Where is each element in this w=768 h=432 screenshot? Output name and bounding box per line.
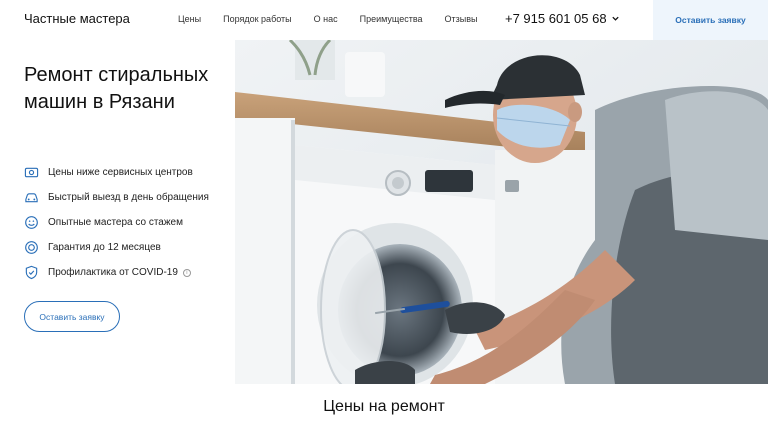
nav-link-process[interactable]: Порядок работы [223, 14, 292, 24]
nav-link-prices[interactable]: Цены [178, 14, 201, 24]
feature-item: Опытные мастера со стажем [24, 210, 209, 235]
nav-link-advantages[interactable]: Преимущества [360, 14, 423, 24]
hero-request-button[interactable]: Оставить заявку [24, 301, 120, 332]
hero-title: Ремонт стиральных машин в Рязани [24, 64, 209, 113]
feature-item: Профилактика от COVID-19 i [24, 260, 209, 285]
info-icon[interactable]: i [182, 268, 191, 277]
feature-list: Цены ниже сервисных центров Быстрый выез… [24, 160, 209, 285]
hero-image-repairman [235, 40, 768, 384]
car-icon [24, 190, 39, 205]
feature-text: Цены ниже сервисных центров [48, 167, 193, 178]
phone-number[interactable]: +7 915 601 05 68 [505, 11, 607, 26]
chevron-down-icon [611, 16, 619, 21]
feature-item: Быстрый выезд в день обращения [24, 185, 209, 210]
smile-icon [24, 215, 39, 230]
feature-item: Гарантия до 12 месяцев [24, 235, 209, 260]
nav-link-about[interactable]: О нас [314, 14, 338, 24]
feature-text: Опытные мастера со стажем [48, 217, 183, 228]
header: Частные мастера Цены Порядок работы О на… [0, 0, 768, 40]
feature-text: Гарантия до 12 месяцев [48, 242, 161, 253]
feature-text: Профилактика от COVID-19 [48, 267, 178, 278]
site-logo[interactable]: Частные мастера [24, 11, 130, 26]
shield-icon [24, 265, 39, 280]
phone-dropdown[interactable]: +7 915 601 05 68 [505, 11, 620, 26]
money-icon [24, 165, 39, 180]
header-request-button[interactable]: Оставить заявку [653, 0, 768, 40]
nav-link-reviews[interactable]: Отзывы [445, 14, 478, 24]
main-nav: Цены Порядок работы О нас Преимущества О… [178, 14, 500, 24]
feature-item: Цены ниже сервисных центров [24, 160, 209, 185]
feature-text: Быстрый выезд в день обращения [48, 192, 209, 203]
badge-icon [24, 240, 39, 255]
prices-section-title: Цены на ремонт [323, 398, 445, 415]
